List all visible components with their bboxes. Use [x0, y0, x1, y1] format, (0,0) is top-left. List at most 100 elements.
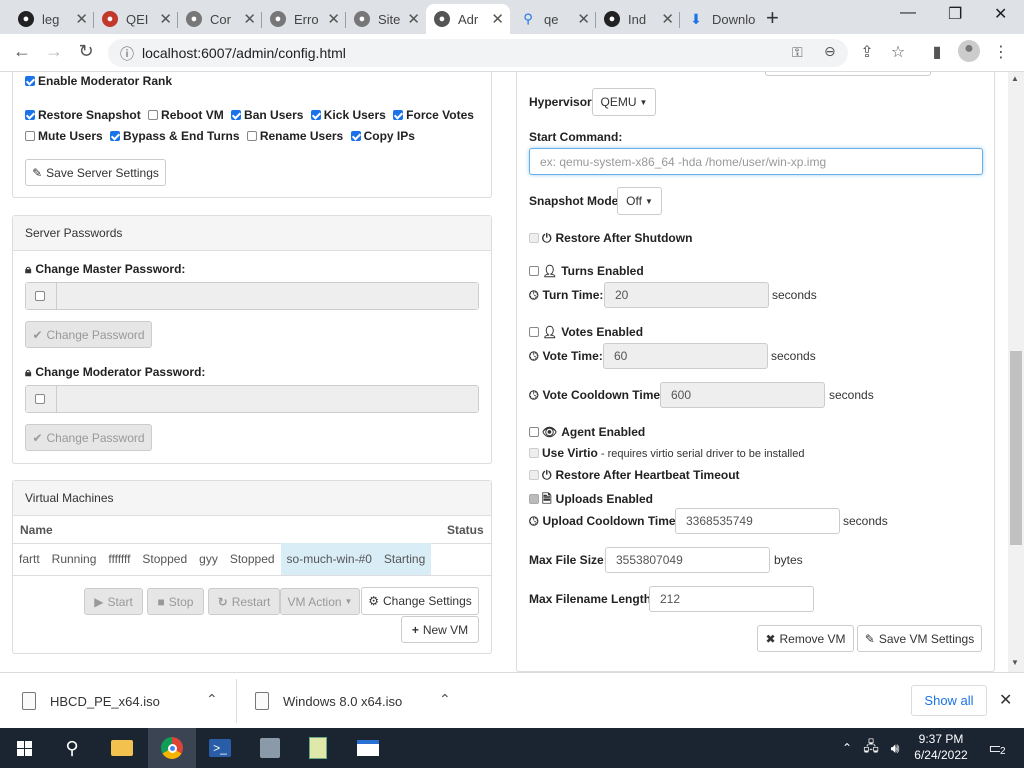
vm-row-selected[interactable]: so-much-win-#0 Starting [280, 543, 432, 575]
close-icon[interactable]: ✕ [327, 10, 340, 28]
remove-vm-button[interactable]: ✖ Remove VM [757, 625, 854, 652]
restore-window-icon[interactable]: ❐ [948, 4, 962, 24]
turns-enabled-checkbox[interactable] [529, 266, 539, 276]
bookmark-star-icon[interactable]: ☆ [887, 42, 909, 62]
side-panel-icon[interactable]: ▮ [926, 42, 948, 62]
close-icon[interactable]: ✕ [999, 690, 1012, 710]
address-bar[interactable]: ⓘ localhost:6007/admin/config.html ⚿ ⊖ [108, 39, 848, 67]
perm-checkbox[interactable] [25, 131, 35, 141]
max-filename-input[interactable]: 212 [649, 586, 814, 612]
perm-checkbox[interactable] [231, 110, 242, 120]
close-icon[interactable]: ✕ [491, 10, 504, 28]
perm-checkbox[interactable] [148, 110, 159, 120]
download-item[interactable]: Windows 8.0 x64.iso ⌃ [255, 673, 465, 729]
vm-name[interactable]: fffffff [102, 552, 136, 566]
start-command-input[interactable]: ex: qemu-system-x86_64 -hda /home/user/w… [529, 148, 983, 175]
zoom-icon[interactable]: ⊖ [824, 43, 836, 60]
close-icon[interactable]: ✕ [159, 10, 172, 28]
snapshot-mode-dropdown[interactable]: Off ▼ [617, 187, 662, 215]
tab-0[interactable]: ● leg ✕ [10, 4, 94, 34]
change-master-pw-button[interactable]: ✔ Change Password [25, 321, 152, 348]
vote-time-input[interactable]: 60 [603, 343, 768, 369]
close-icon[interactable]: ✕ [407, 10, 420, 28]
stop-vm-button[interactable]: ■ Stop [147, 588, 204, 615]
vote-cooldown-input[interactable]: 600 [660, 382, 825, 408]
perm-checkbox[interactable] [350, 131, 361, 141]
change-mod-pw-button[interactable]: ✔ Change Password [25, 424, 152, 451]
tab-7[interactable]: ● Ind ✕ [596, 4, 680, 34]
use-virtio-checkbox[interactable] [529, 448, 539, 458]
profile-icon[interactable]: ● [958, 40, 980, 62]
perm-checkbox[interactable] [393, 110, 404, 120]
reload-icon[interactable]: ↻ [74, 41, 98, 62]
file-explorer-icon[interactable] [98, 728, 146, 768]
max-file-size-input[interactable]: 3553807049 [605, 547, 770, 573]
mod-pw-input[interactable] [57, 386, 478, 412]
scroll-up-icon[interactable]: ▲ [1011, 74, 1019, 83]
close-icon[interactable]: ✕ [75, 10, 88, 28]
start-vm-button[interactable]: ▶ Start [84, 588, 143, 615]
tab-2[interactable]: ● Cor ✕ [178, 4, 262, 34]
perm-checkbox[interactable] [25, 110, 35, 120]
windows-start-icon[interactable] [0, 728, 48, 768]
network-icon[interactable]: 🖧︎ [860, 728, 882, 768]
perm-checkbox[interactable] [110, 131, 121, 141]
turn-time-input[interactable]: 20 [604, 282, 769, 308]
perm-checkbox[interactable] [310, 110, 321, 120]
save-vm-settings-button[interactable]: ✎ Save VM Settings [857, 625, 982, 652]
site-info-icon[interactable]: ⓘ [120, 44, 134, 64]
new-vm-button[interactable]: + New VM [401, 616, 479, 643]
save-server-settings-button[interactable]: ✎ Save Server Settings [25, 159, 166, 186]
mod-rank-checkbox[interactable] [25, 76, 35, 86]
scrollbar-thumb[interactable] [1010, 351, 1022, 545]
chevron-up-icon[interactable]: ⌃ [206, 691, 218, 708]
search-icon[interactable]: ⚲ [48, 728, 96, 768]
tab-1[interactable]: ● QEI ✕ [94, 4, 178, 34]
vm-action-dropdown[interactable]: VM Action ▼ [280, 588, 360, 615]
mod-pw-enable-checkbox[interactable] [26, 386, 57, 412]
chevron-up-icon[interactable]: ⌃ [836, 728, 858, 768]
url-text[interactable]: localhost:6007/admin/config.html [142, 45, 346, 61]
menu-icon[interactable]: ⋮ [990, 42, 1012, 62]
new-tab-button[interactable]: + [766, 5, 779, 31]
restore-shutdown-checkbox[interactable] [529, 233, 539, 243]
app-window-icon[interactable] [344, 728, 392, 768]
hypervisor-dropdown[interactable]: QEMU ▼ [592, 88, 656, 116]
key-icon[interactable]: ⚿ [792, 44, 803, 61]
tab-6[interactable]: ⚲ qe ✕ [512, 4, 596, 34]
restart-vm-button[interactable]: ↻ Restart [208, 588, 280, 615]
master-pw-enable-checkbox[interactable] [26, 283, 57, 309]
tab-8[interactable]: ⬇ Downlo [680, 4, 756, 34]
scroll-down-icon[interactable]: ▼ [1011, 658, 1019, 667]
powershell-icon[interactable]: >_ [196, 728, 244, 768]
close-window-icon[interactable]: ✕ [994, 4, 1007, 24]
app-icon[interactable] [246, 728, 294, 768]
uploads-enabled-checkbox[interactable] [529, 494, 539, 504]
show-all-downloads-button[interactable]: Show all [911, 685, 987, 716]
volume-icon[interactable]: 🔊︎ [884, 728, 906, 768]
minimize-icon[interactable]: — [900, 4, 916, 22]
votes-enabled-checkbox[interactable] [529, 327, 539, 337]
close-icon[interactable]: ✕ [243, 10, 256, 28]
vm-name[interactable]: fartt [13, 552, 46, 566]
master-pw-input[interactable] [57, 283, 478, 309]
chevron-up-icon[interactable]: ⌃ [439, 691, 451, 708]
notification-icon[interactable]: ▭ 2 [976, 728, 1016, 768]
tab-4[interactable]: ● Site ✕ [346, 4, 426, 34]
notepad-icon[interactable] [294, 728, 342, 768]
forward-icon[interactable]: → [42, 41, 66, 62]
back-icon[interactable]: ← [10, 41, 34, 62]
perm-checkbox[interactable] [246, 131, 257, 141]
share-icon[interactable]: ⇪ [856, 42, 878, 62]
chrome-icon[interactable] [148, 728, 196, 768]
clock[interactable]: 9:37 PM 6/24/2022 [913, 731, 969, 763]
close-icon[interactable]: ✕ [577, 10, 590, 28]
download-item[interactable]: HBCD_PE_x64.iso ⌃ [22, 673, 232, 729]
tab-3[interactable]: ● Erro ✕ [262, 4, 346, 34]
change-settings-button[interactable]: ⚙ Change Settings [361, 587, 479, 615]
restore-heartbeat-checkbox[interactable] [529, 470, 539, 480]
tab-5[interactable]: ● Adr ✕ [426, 4, 510, 34]
upload-cooldown-input[interactable]: 3368535749 [675, 508, 840, 534]
agent-enabled-checkbox[interactable] [529, 427, 539, 437]
close-icon[interactable]: ✕ [661, 10, 674, 28]
